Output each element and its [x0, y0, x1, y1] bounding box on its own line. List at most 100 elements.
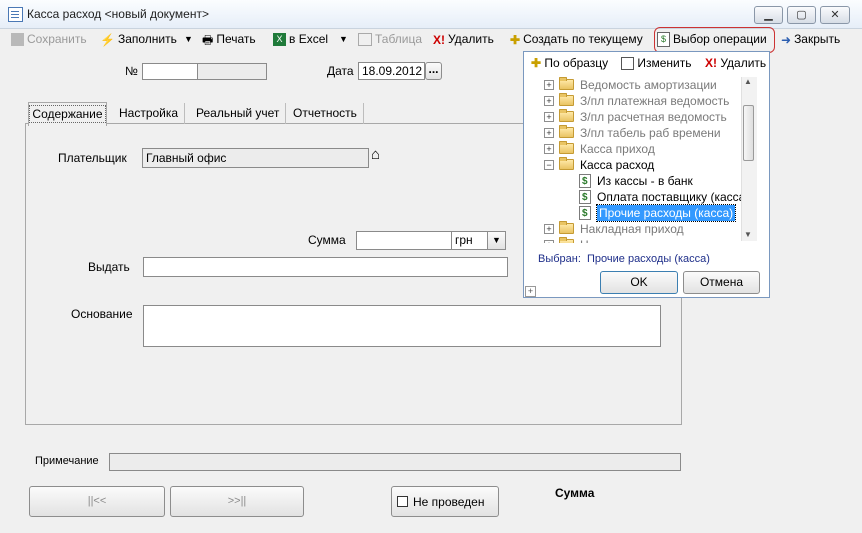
not-posted-toggle[interactable]: Не проведен [391, 486, 499, 517]
tree-node[interactable]: + З/пл табель раб времени [529, 125, 741, 141]
minimize-button[interactable]: ▁ [754, 6, 783, 24]
tree-node-label: Оплата поставщику (касса) [597, 190, 750, 204]
fill-button[interactable]: ⚡ Заполнить [100, 31, 177, 47]
maximize-button[interactable]: ▢ [787, 6, 816, 24]
note-label: Примечание [35, 455, 99, 467]
tree-node[interactable]: Прочие расходы (касса) [529, 204, 741, 222]
payer-field[interactable]: Главный офис [142, 148, 369, 168]
close-window-button[interactable]: ✕ [820, 6, 850, 24]
tree-node-label: Касса приход [580, 142, 655, 156]
tree-node[interactable]: + З/пл расчетная ведомость [529, 109, 741, 125]
scrollbar-thumb[interactable] [743, 105, 754, 161]
first-record-button[interactable]: ||<< [29, 486, 165, 517]
close-icon: ✕ [830, 9, 840, 21]
resize-grip-icon[interactable]: + [525, 286, 536, 297]
tree-node[interactable]: Из кассы - в банк [529, 173, 741, 190]
sum-input[interactable] [356, 231, 452, 250]
sum-label: Сумма [308, 233, 346, 247]
payer-label: Плательщик [58, 151, 127, 165]
dropdown-arrow-icon: ▼ [339, 34, 348, 44]
delete-operation-button[interactable]: X! Удалить [705, 56, 766, 70]
by-sample-button[interactable]: ✚ По образцу [531, 56, 608, 70]
document-dollar-icon [579, 190, 591, 206]
fill-dropdown-button[interactable]: ▼ [184, 31, 193, 47]
window-title: Касса расход <новый документ> [27, 7, 209, 21]
close-button[interactable]: ➜ Закрыть [781, 31, 840, 47]
currency-select[interactable]: грн [451, 231, 488, 250]
note-field[interactable] [109, 453, 681, 471]
table-icon [358, 33, 372, 47]
scroll-down-icon[interactable]: ▼ [744, 230, 752, 239]
dropdown-arrow-icon: ▼ [492, 235, 501, 245]
document-dollar-icon [579, 206, 591, 222]
expand-icon[interactable]: + [544, 128, 554, 138]
cancel-button[interactable]: Отмена [683, 271, 760, 294]
tab-content[interactable]: Содержание [28, 102, 107, 126]
tree-node-label: Прочие расходы (касса) [595, 204, 737, 222]
expand-icon[interactable]: + [544, 80, 554, 90]
excel-icon: X [273, 33, 286, 47]
tree-node[interactable]: + Ведомость амортизации [529, 77, 741, 93]
save-icon [11, 33, 24, 47]
table-button[interactable]: Таблица [358, 31, 422, 47]
expand-icon[interactable]: + [544, 224, 554, 234]
number-label: № [125, 64, 138, 78]
issue-input[interactable] [143, 257, 508, 277]
tree-node[interactable]: + Накладная приход [529, 221, 741, 237]
maximize-icon: ▢ [796, 9, 807, 21]
tree-node[interactable]: − Касса расход [529, 157, 741, 173]
operations-tree: + Ведомость амортизации + З/пл платежная ве… [529, 75, 757, 243]
create-from-current-button[interactable]: ✚ Создать по текущему [510, 31, 643, 47]
edit-icon [621, 57, 634, 71]
expand-icon[interactable]: + [544, 112, 554, 122]
app-icon [8, 7, 23, 22]
collapse-icon[interactable]: − [544, 160, 554, 170]
dropdown-arrow-icon: ▼ [184, 34, 193, 44]
ok-button[interactable]: OK [600, 271, 678, 294]
tree-node-label: Из кассы - в банк [597, 174, 693, 188]
printer-icon: 🖶 [202, 32, 214, 47]
save-button[interactable]: Сохранить [11, 31, 87, 47]
date-picker-button[interactable]: ... [425, 62, 442, 80]
home-icon[interactable]: ⌂ [371, 147, 387, 163]
folder-icon [559, 157, 574, 170]
tree-node[interactable]: + З/пл платежная ведомость [529, 93, 741, 109]
expand-icon[interactable]: + [544, 144, 554, 154]
issue-label: Выдать [88, 260, 130, 274]
number-input[interactable] [142, 63, 198, 80]
selected-caption: Выбран: [538, 253, 581, 265]
tab-settings[interactable]: Настройка [113, 103, 186, 124]
scroll-up-icon[interactable]: ▲ [744, 77, 752, 86]
excel-dropdown-button[interactable]: ▼ [339, 31, 348, 47]
tab-reporting[interactable]: Отчетность [287, 103, 364, 124]
minimize-icon: ▁ [764, 9, 773, 21]
folder-icon [559, 77, 574, 90]
print-button[interactable]: 🖶 Печать [202, 31, 256, 47]
plus-icon: ✚ [510, 32, 521, 47]
delete-icon: X! [433, 32, 445, 47]
tree-node[interactable]: Оплата поставщику (касса) [529, 189, 749, 206]
last-record-button[interactable]: >>|| [170, 486, 304, 517]
date-input[interactable]: 18.09.2012 [358, 62, 425, 80]
folder-icon [559, 141, 574, 154]
tree-node-label: Касса расход [580, 158, 655, 172]
tree-node[interactable]: + Касса приход [529, 141, 741, 157]
basis-textarea[interactable] [143, 305, 661, 347]
document-dollar-icon: $ [657, 32, 670, 48]
tree-node[interactable]: +Н [529, 237, 741, 243]
sum-caption: Сумма [555, 486, 595, 500]
expand-icon[interactable]: + [544, 96, 554, 106]
delete-icon: X! [705, 56, 717, 70]
delete-button[interactable]: X! Удалить [433, 31, 494, 47]
folder-icon [559, 125, 574, 138]
currency-dropdown-button[interactable]: ▼ [487, 231, 506, 250]
folder-icon [559, 109, 574, 122]
edit-operation-button[interactable]: Изменить [621, 56, 691, 71]
tree-node-label: З/пл платежная ведомость [580, 94, 730, 108]
tab-real-accounting[interactable]: Реальный учет [190, 103, 287, 124]
number-suffix-field [197, 63, 267, 80]
excel-button[interactable]: Xв Excel [273, 31, 328, 47]
folder-icon [559, 221, 574, 234]
expand-icon[interactable]: + [544, 240, 554, 243]
select-operation-button[interactable]: $ Выбор операции [657, 31, 767, 48]
